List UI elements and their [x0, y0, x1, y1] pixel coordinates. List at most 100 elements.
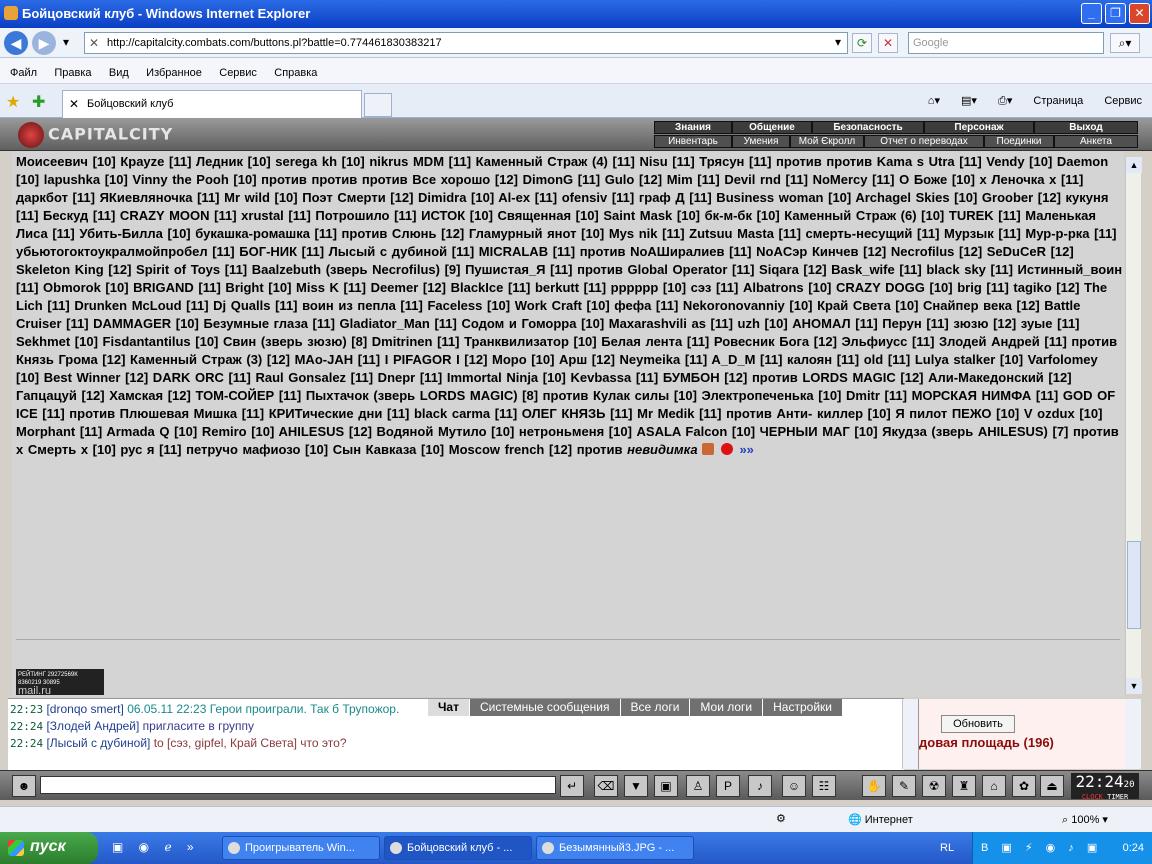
more-players-link[interactable]: »» — [739, 442, 753, 457]
chat-line: 22:24 [Лысый с дубиной] to [сэз, gipfel,… — [10, 736, 347, 750]
security-zone: 🌐 Интернет — [848, 814, 913, 826]
add-favorite-icon[interactable]: ✚ — [32, 92, 45, 112]
tray-icons[interactable]: B ▣ ⚡ ◉ ♪ ▣ — [981, 841, 1102, 854]
smiley-icon[interactable]: ☺ — [782, 775, 806, 797]
taskbar-item-fight-club[interactable]: Бойцовский клуб - ... — [384, 836, 532, 860]
mailru-rating-counter[interactable]: РЕЙТИНГ 29272569К 8360219 30895 mail.ru — [16, 669, 104, 697]
menu-tools[interactable]: Сервис — [219, 67, 257, 79]
forward-button[interactable]: ▶ — [32, 31, 56, 55]
menu-edit[interactable]: Правка — [54, 67, 91, 79]
sound-icon[interactable]: ♪ — [748, 775, 772, 797]
chat-scrollbar[interactable] — [902, 699, 918, 769]
history-dropdown-icon[interactable]: ▾ — [58, 33, 74, 53]
nav-my-ekroll[interactable]: Мой Єкролл — [790, 135, 864, 148]
start-button[interactable]: пуск — [0, 832, 98, 864]
tab-fight-club[interactable]: ✕ Бойцовский клуб — [62, 90, 362, 118]
address-bar: ◀ ▶ ▾ ✕ http://capitalcity.combats.com/b… — [0, 28, 1152, 58]
zoom-level[interactable]: ⌕ 100% ▾ — [1062, 813, 1108, 827]
send-message-icon[interactable]: ↵ — [560, 775, 584, 797]
location-scrollbar[interactable] — [1125, 699, 1141, 769]
scroll-up-icon[interactable]: ▲ — [1126, 157, 1142, 173]
ie-app-icon — [4, 6, 18, 20]
translit-icon[interactable]: ☷ — [812, 775, 836, 797]
menu-favorites[interactable]: Избранное — [146, 67, 202, 79]
blood-drop-icon — [720, 443, 733, 455]
nav-transfer-report[interactable]: Отчет о переводах — [864, 135, 984, 148]
action-icon-4[interactable]: ♜ — [952, 775, 976, 797]
search-input[interactable]: Google — [908, 32, 1104, 54]
windows-flag-icon — [8, 840, 24, 856]
action-icon-6[interactable]: ✿ — [1012, 775, 1036, 797]
menu-file[interactable]: Файл — [10, 67, 37, 79]
invisible-player[interactable]: невидимка — [627, 442, 697, 457]
print-icon[interactable]: ⎙▾ — [998, 95, 1012, 107]
maximize-button[interactable]: ❐ — [1105, 3, 1126, 24]
taskbar-item-image[interactable]: Безымянный3.JPG - ... — [536, 836, 694, 860]
nav-skills[interactable]: Умения — [732, 135, 790, 148]
system-clock: 0:24 — [1122, 842, 1144, 854]
url-dropdown-icon[interactable]: ▾ — [830, 33, 846, 53]
chat-speaker-icon[interactable]: ☻ — [12, 775, 36, 797]
action-icon-5[interactable]: ⌂ — [982, 775, 1006, 797]
nav-social[interactable]: Общение — [732, 121, 812, 134]
close-window-button[interactable]: ✕ — [1129, 3, 1150, 24]
stop-page-icon[interactable]: ✕ — [878, 33, 898, 53]
feeds-icon[interactable]: ▤▾ — [961, 95, 977, 107]
home-icon[interactable]: ⌂▾ — [928, 95, 940, 107]
ie-status-bar: ⚙ 🌐 Интернет ⌕ 100% ▾ — [0, 806, 1152, 832]
scroll-down-icon[interactable]: ▼ — [1126, 678, 1142, 694]
game-clock: 22:2420 CLOCK TIMER — [1071, 773, 1139, 801]
exit-icon[interactable]: ⏏ — [1040, 775, 1064, 797]
paint-icon — [542, 842, 554, 854]
flame-icon — [702, 443, 715, 455]
action-icon-3[interactable]: ☢ — [922, 775, 946, 797]
new-tab-button[interactable] — [364, 93, 392, 117]
figure-icon[interactable]: ♙ — [686, 775, 710, 797]
nav-exit[interactable]: Выход — [1034, 121, 1138, 134]
action-icon-2[interactable]: ✎ — [892, 775, 916, 797]
save-icon[interactable]: ▣ — [654, 775, 678, 797]
nav-inventory[interactable]: Инвентарь — [654, 135, 732, 148]
private-icon[interactable]: P — [716, 775, 740, 797]
players-text: Моисеевич [10] Крауze [11] Ледник [10] s… — [16, 154, 1123, 457]
back-button[interactable]: ◀ — [4, 31, 28, 55]
tab-all-logs[interactable]: Все логи — [620, 699, 690, 716]
tools-menu[interactable]: Сервис — [1104, 95, 1142, 107]
refresh-button[interactable]: Обновить — [941, 715, 1015, 733]
capitalcity-logo: CAPITALCITY — [18, 122, 173, 148]
refresh-page-icon[interactable]: ⟳ — [852, 33, 872, 53]
nav-security[interactable]: Безопасность — [812, 121, 924, 134]
minimize-button[interactable]: _ — [1081, 3, 1102, 24]
taskbar-item-media-player[interactable]: Проигрыватель Win... — [222, 836, 380, 860]
favorites-star-icon[interactable]: ★ — [6, 92, 20, 112]
nav-fights[interactable]: Поединки — [984, 135, 1054, 148]
tab-settings[interactable]: Настройки — [763, 699, 842, 716]
ie-icon — [390, 842, 402, 854]
action-icon-1[interactable]: ✋ — [862, 775, 886, 797]
eraser-icon[interactable]: ⌫ — [594, 775, 618, 797]
url-input[interactable]: ✕ http://capitalcity.combats.com/buttons… — [84, 32, 848, 54]
game-nav-top: Знания Общение Безопасность Персонаж Вых… — [654, 121, 1138, 134]
players-list: Моисеевич [10] Крауze [11] Ледник [10] s… — [16, 153, 1124, 459]
menu-help[interactable]: Справка — [274, 67, 317, 79]
chat-input[interactable] — [40, 776, 556, 794]
filter-icon[interactable]: ▼ — [624, 775, 648, 797]
search-icon[interactable]: ⌕▾ — [1110, 33, 1140, 53]
game-header: CAPITALCITY Знания Общение Безопасность … — [0, 118, 1152, 151]
page-menu[interactable]: Страница — [1033, 95, 1083, 107]
content-scrollbar[interactable]: ▲ ▼ — [1125, 157, 1142, 694]
quick-launch[interactable]: ▣ ◉ ℯ » — [112, 840, 200, 854]
nav-knowledge[interactable]: Знания — [654, 121, 732, 134]
location-name: довая площадь (196) — [919, 735, 1054, 750]
language-indicator[interactable]: RL — [940, 842, 954, 854]
content-divider — [16, 639, 1120, 640]
menu-view[interactable]: Вид — [109, 67, 129, 79]
location-panel: Обновить довая площадь (196) — [918, 699, 1126, 769]
scroll-thumb[interactable] — [1127, 541, 1141, 629]
tab-chat[interactable]: Чат — [428, 699, 469, 716]
page-favicon-icon: ✕ — [89, 36, 100, 50]
nav-character[interactable]: Персонаж — [924, 121, 1034, 134]
tab-system-messages[interactable]: Системные сообщения — [469, 699, 620, 716]
tab-my-logs[interactable]: Мои логи — [690, 699, 763, 716]
nav-profile[interactable]: Анкета — [1054, 135, 1138, 148]
